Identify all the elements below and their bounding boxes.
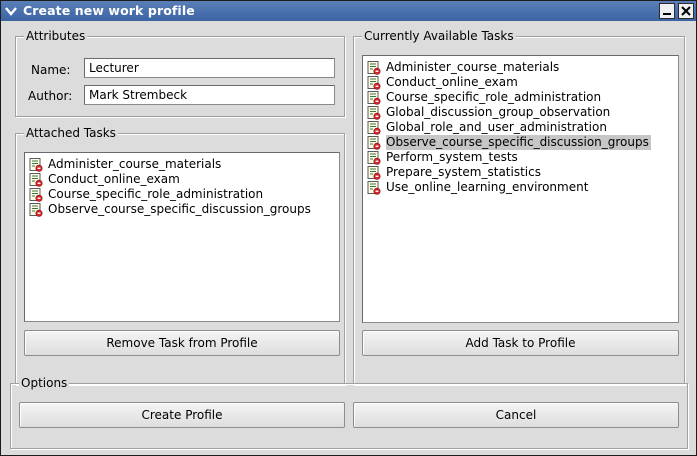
options-title: Options bbox=[19, 376, 70, 390]
task-document-icon bbox=[367, 90, 381, 105]
name-label: Name: bbox=[31, 63, 71, 77]
task-document-icon bbox=[29, 172, 43, 187]
list-item-label: Perform_system_tests bbox=[386, 150, 518, 164]
create-profile-button[interactable]: Create Profile bbox=[19, 402, 345, 428]
list-item[interactable]: Observe_course_specific_discussion_group… bbox=[29, 202, 313, 217]
close-button[interactable] bbox=[678, 3, 694, 19]
attached-tasks-list[interactable]: Administer_course_materials Conduct_onlin… bbox=[24, 152, 340, 322]
cancel-button[interactable]: Cancel bbox=[353, 402, 679, 428]
task-document-icon bbox=[29, 157, 43, 172]
list-item-label: Observe_course_specific_discussion_group… bbox=[386, 135, 651, 150]
task-document-icon bbox=[29, 187, 43, 202]
list-item-label: Course_specific_role_administration bbox=[386, 90, 602, 104]
list-item[interactable]: Course_specific_role_administration bbox=[29, 187, 265, 202]
author-input[interactable]: Mark Strembeck bbox=[84, 85, 335, 105]
attributes-title: Attributes bbox=[24, 29, 88, 43]
author-label: Author: bbox=[28, 89, 73, 103]
window-menu-button[interactable] bbox=[3, 3, 19, 19]
list-item-label: Global_discussion_group_observation bbox=[386, 105, 611, 119]
dialog-window: Create new work profile Attributes Name:… bbox=[0, 0, 697, 456]
list-item[interactable]: Conduct_online_exam bbox=[29, 172, 182, 187]
title-bar[interactable]: Create new work profile bbox=[1, 1, 696, 21]
remove-task-button[interactable]: Remove Task from Profile bbox=[24, 330, 340, 356]
minimize-icon bbox=[663, 13, 671, 15]
available-tasks-group: Currently Available Tasks Administer_cou… bbox=[353, 29, 685, 385]
list-item[interactable]: Global_discussion_group_observation bbox=[367, 105, 612, 120]
task-document-icon bbox=[367, 180, 381, 195]
attributes-group: Attributes Name: Lecturer Author: Mark S… bbox=[15, 29, 345, 117]
task-document-icon bbox=[367, 60, 381, 75]
attached-tasks-title: Attached Tasks bbox=[24, 126, 118, 140]
chevron-down-icon bbox=[5, 7, 17, 16]
task-document-icon bbox=[367, 120, 381, 135]
task-document-icon bbox=[29, 202, 43, 217]
available-tasks-title: Currently Available Tasks bbox=[362, 29, 516, 43]
task-document-icon bbox=[367, 105, 381, 120]
list-item-label: Prepare_system_statistics bbox=[386, 165, 541, 179]
list-item[interactable]: Administer_course_materials bbox=[29, 157, 223, 172]
list-item-label: Use_online_learning_environment bbox=[386, 180, 589, 194]
task-document-icon bbox=[367, 75, 381, 90]
options-group: Options Create Profile Cancel bbox=[10, 376, 688, 449]
available-tasks-list[interactable]: Administer_course_materials Conduct_onlin… bbox=[362, 55, 679, 323]
list-item-label: Administer_course_materials bbox=[386, 60, 560, 74]
window-title: Create new work profile bbox=[23, 3, 195, 18]
list-item-label: Conduct_online_exam bbox=[386, 75, 518, 89]
list-item[interactable]: Conduct_online_exam bbox=[367, 75, 520, 90]
list-item[interactable]: Use_online_learning_environment bbox=[367, 180, 590, 195]
task-document-icon bbox=[367, 150, 381, 165]
task-document-icon bbox=[367, 135, 381, 150]
list-item[interactable]: Global_role_and_user_administration bbox=[367, 120, 609, 135]
list-item-label: Administer_course_materials bbox=[48, 157, 222, 171]
name-input[interactable]: Lecturer bbox=[84, 58, 335, 78]
close-icon bbox=[681, 6, 691, 16]
task-document-icon bbox=[367, 165, 381, 180]
list-item[interactable]: Perform_system_tests bbox=[367, 150, 520, 165]
list-item-label: Conduct_online_exam bbox=[48, 172, 180, 186]
list-item-label: Course_specific_role_administration bbox=[48, 187, 264, 201]
list-item[interactable]: Observe_course_specific_discussion_group… bbox=[367, 135, 651, 150]
minimize-button[interactable] bbox=[659, 3, 675, 19]
list-item[interactable]: Prepare_system_statistics bbox=[367, 165, 543, 180]
attached-tasks-group: Attached Tasks Administer_course_materia… bbox=[15, 126, 345, 385]
list-item[interactable]: Course_specific_role_administration bbox=[367, 90, 603, 105]
add-task-button[interactable]: Add Task to Profile bbox=[362, 330, 679, 356]
list-item-label: Global_role_and_user_administration bbox=[386, 120, 607, 134]
list-item[interactable]: Administer_course_materials bbox=[367, 60, 561, 75]
dialog-content: Attributes Name: Lecturer Author: Mark S… bbox=[1, 21, 696, 455]
list-item-label: Observe_course_specific_discussion_group… bbox=[48, 202, 311, 216]
